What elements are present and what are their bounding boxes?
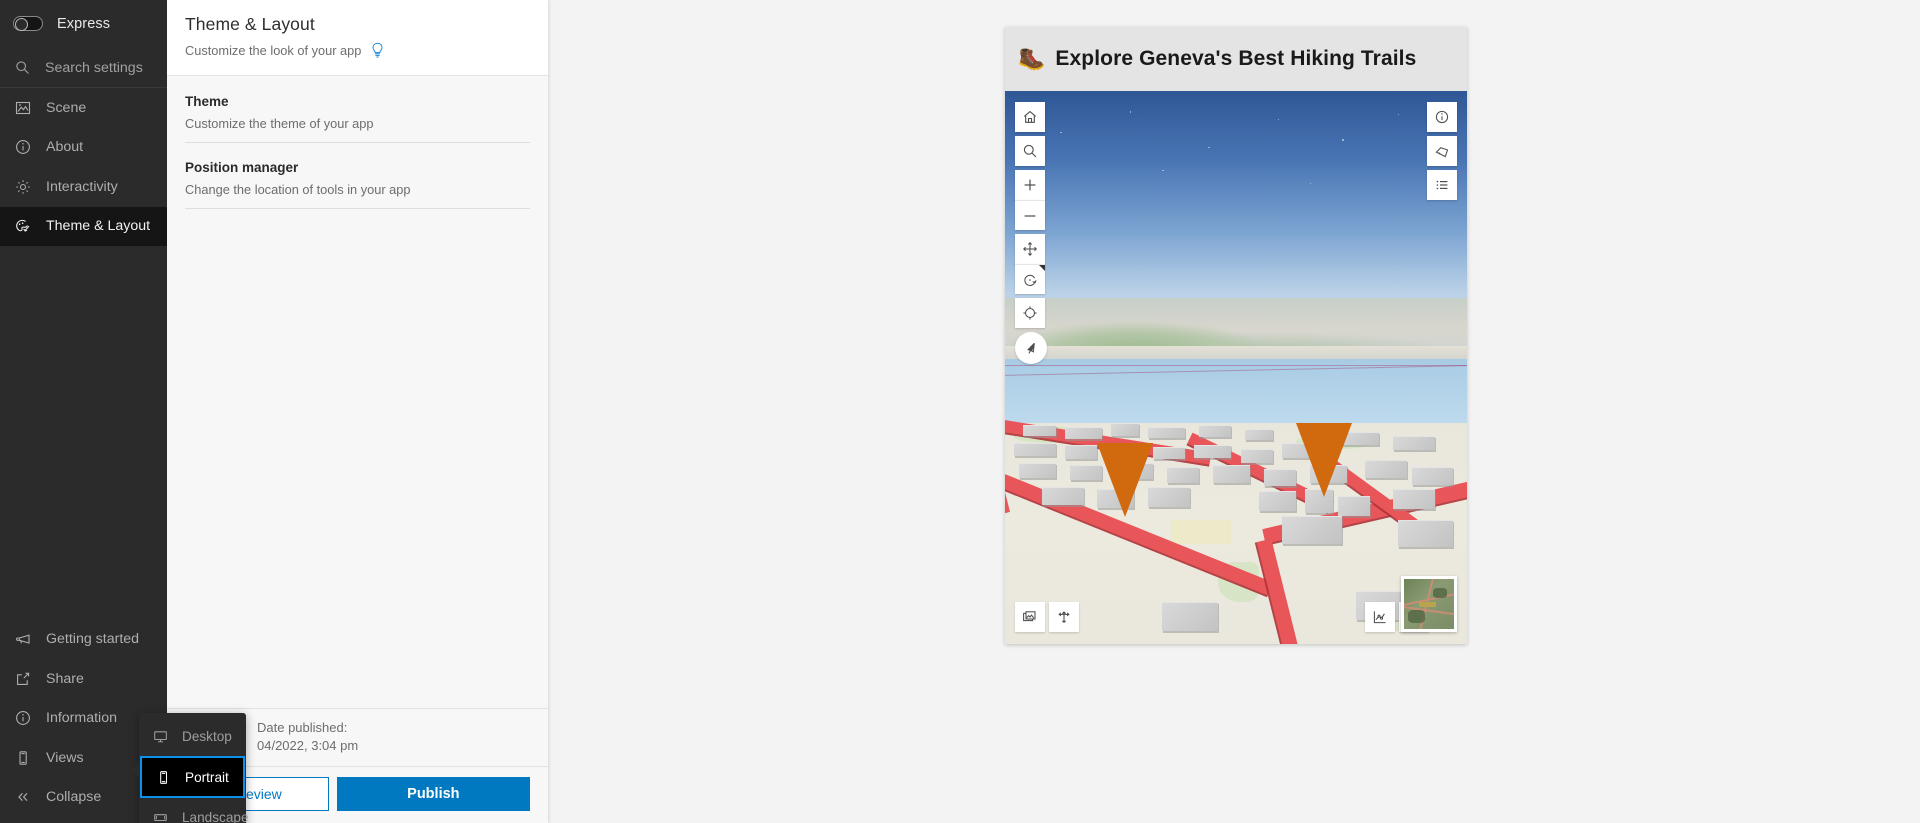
basemap-thumbnail[interactable] (1401, 576, 1457, 632)
popup-item-landscape[interactable]: Landscape (139, 798, 249, 823)
pan-button[interactable] (1015, 234, 1045, 264)
section-theme[interactable]: Theme Customize the theme of your app (185, 94, 530, 143)
monitor-icon (152, 729, 168, 745)
sidebar-nav: Scene About Interactivity Theme & Layout (0, 88, 167, 246)
elevation-profile-button[interactable] (1365, 602, 1395, 632)
zoom-in-button[interactable] (1015, 170, 1045, 200)
measure-tag-button[interactable] (1427, 136, 1457, 166)
search-icon (14, 60, 30, 76)
info-circle-icon (14, 710, 31, 727)
chevrons-left-icon (14, 789, 31, 806)
palette-icon (14, 218, 31, 235)
compass-button[interactable] (1015, 332, 1047, 364)
expand-arrows-button[interactable] (1049, 602, 1079, 632)
page-title: Theme & Layout (185, 14, 315, 34)
publish-date-label: Date published: (257, 720, 348, 735)
megaphone-icon (14, 631, 31, 648)
popup-item-label: Portrait (185, 769, 229, 785)
section-title: Theme (185, 94, 229, 109)
popup-item-label: Desktop (182, 729, 232, 744)
sidebar-item-label: Theme & Layout (46, 218, 151, 235)
sidebar-item-label: Scene (46, 99, 87, 116)
preview-app-title: Explore Geneva's Best Hiking Trails (1055, 47, 1417, 70)
map-info-button[interactable] (1427, 102, 1457, 132)
zoom-out-button[interactable] (1015, 200, 1045, 230)
sidebar-item-getting-started[interactable]: Getting started (0, 620, 167, 660)
scene-icon (14, 99, 31, 116)
sidebar-item-scene[interactable]: Scene (0, 88, 167, 128)
app-preview-card: 🥾 Explore Geneva's Best Hiking Trails (1005, 27, 1467, 644)
panel-body: Theme Customize the theme of your app Po… (167, 76, 548, 209)
phone-portrait-icon (155, 769, 171, 785)
info-circle-icon (14, 139, 31, 156)
panel-subtitle: Customize the look of your app (185, 43, 362, 58)
panel-subtitle-row: Customize the look of your app (185, 42, 530, 59)
express-label: Express (57, 15, 111, 32)
section-description: Customize the theme of your app (185, 116, 374, 131)
phone-landscape-icon (152, 810, 168, 823)
sidebar-item-interactivity[interactable]: Interactivity (0, 167, 167, 207)
sidebar-item-label: Getting started (46, 631, 140, 648)
home-button[interactable] (1015, 102, 1045, 132)
search-input[interactable] (45, 59, 155, 76)
sidebar-item-label: Interactivity (46, 178, 118, 195)
share-icon (14, 670, 31, 687)
map-canvas[interactable] (1005, 91, 1467, 644)
panel-header: Theme & Layout Customize the look of you… (167, 0, 548, 76)
sidebar: Express Scene (0, 0, 167, 823)
sidebar-item-label: Views (46, 749, 84, 766)
gear-icon (14, 178, 31, 195)
hiking-boot-icon: 🥾 (1018, 46, 1046, 71)
popup-item-desktop[interactable]: Desktop (139, 717, 246, 756)
slides-images-button[interactable] (1015, 602, 1045, 632)
views-popup-menu: Desktop Portrait Landscape (132, 713, 249, 823)
legend-list-button[interactable] (1427, 170, 1457, 200)
publish-date-value: 04/2022, 3:04 pm (257, 738, 359, 753)
publish-button[interactable]: Publish (336, 777, 530, 811)
app-root: Express Scene (0, 0, 1920, 823)
rotate-button[interactable] (1015, 264, 1045, 294)
express-toggle-row[interactable]: Express (0, 0, 167, 48)
device-phone-icon (14, 749, 31, 766)
sidebar-item-label: Collapse (46, 789, 102, 806)
section-description: Change the location of tools in your app (185, 182, 411, 197)
lightbulb-icon[interactable] (370, 42, 385, 59)
sidebar-item-share[interactable]: Share (0, 659, 167, 699)
map-search-button[interactable] (1015, 136, 1045, 166)
sidebar-item-about[interactable]: About (0, 128, 167, 168)
sidebar-item-label: Information (46, 710, 117, 727)
trail-marker[interactable] (1296, 422, 1353, 497)
express-toggle[interactable] (13, 16, 43, 31)
settings-panel: Theme & Layout Customize the look of you… (167, 0, 548, 823)
locate-button[interactable] (1015, 298, 1045, 328)
preview-header: 🥾 Explore Geneva's Best Hiking Trails (1005, 27, 1467, 91)
trail-marker[interactable] (1097, 442, 1154, 517)
distant-hills-layer (1005, 298, 1467, 351)
popup-item-portrait[interactable]: Portrait (140, 756, 245, 798)
sidebar-item-theme-layout[interactable]: Theme & Layout (0, 206, 167, 246)
sidebar-item-label: Share (46, 670, 84, 687)
section-title: Position manager (185, 160, 299, 175)
section-position-manager[interactable]: Position manager Change the location of … (185, 160, 530, 209)
popup-item-label: Landscape (182, 810, 249, 823)
sidebar-item-label: About (46, 139, 84, 156)
search-settings-row[interactable] (0, 48, 167, 88)
